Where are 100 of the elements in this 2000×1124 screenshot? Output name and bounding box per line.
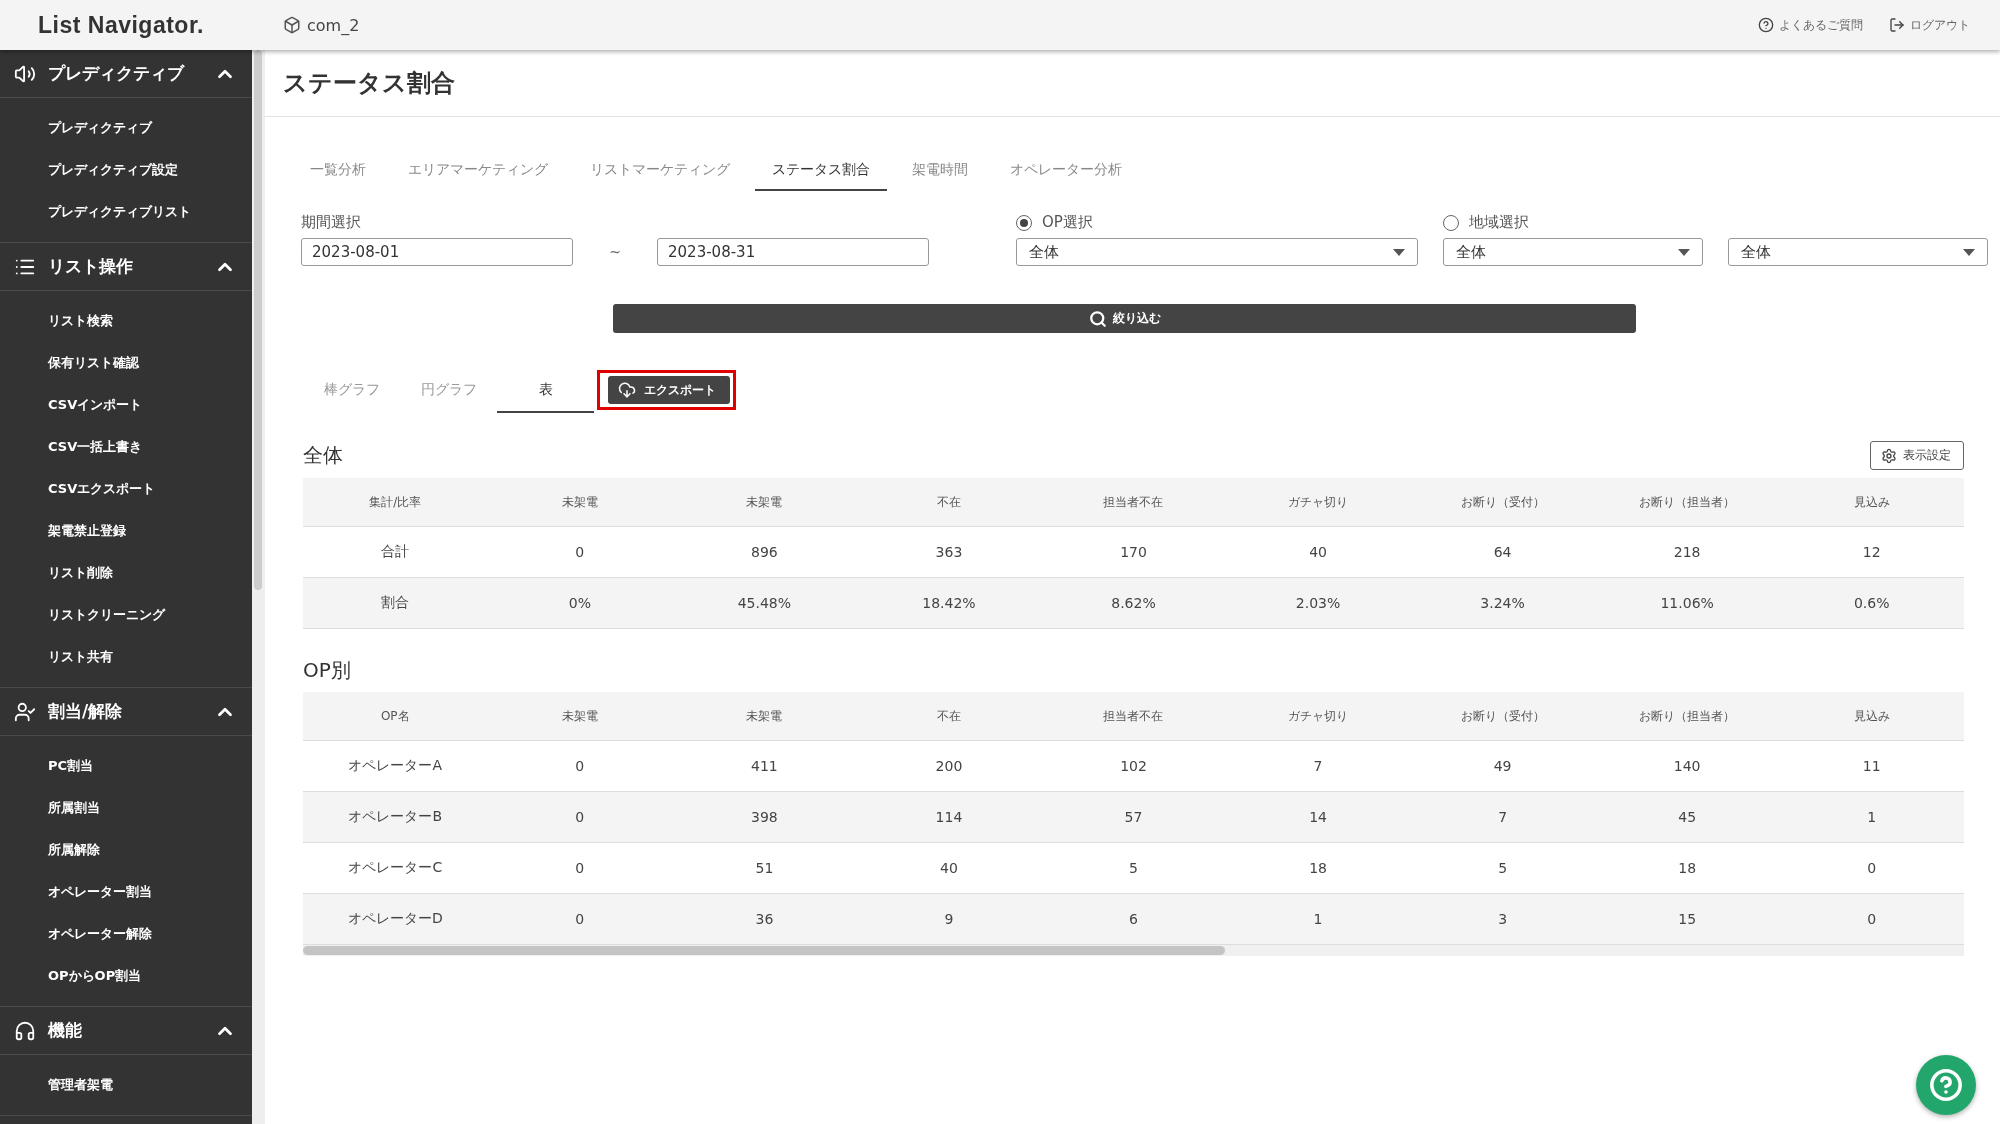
company-name: com_2 (307, 15, 360, 35)
sidebar-item[interactable]: PC割当 (0, 745, 252, 787)
column-header: 未架電 (487, 692, 673, 741)
sidebar-item[interactable]: 管理者架電 (0, 1064, 252, 1106)
sidebar-item[interactable]: CSV一括上書き (0, 426, 252, 468)
sidebar-item[interactable]: 所属解除 (0, 829, 252, 871)
table-cell: 18.42% (856, 578, 1042, 629)
table-cell: オペレーターB (303, 792, 488, 843)
sidebar-item[interactable]: プレディクティブ設定 (0, 149, 252, 191)
sidebar-item[interactable]: 架電禁止登録 (0, 510, 252, 552)
table-cell: 0 (1779, 894, 1964, 945)
sidebar-item[interactable]: OPからOP割当 (0, 955, 252, 997)
radio-option[interactable]: OP選択 (1016, 213, 1418, 232)
column-header: 見込み (1779, 692, 1964, 741)
column-header: お断り（担当者） (1594, 692, 1780, 741)
sidebar-item[interactable]: CSVエクスポート (0, 468, 252, 510)
tab[interactable]: 架電時間 (895, 153, 985, 191)
help-icon (1758, 17, 1774, 33)
cube-icon (283, 16, 301, 34)
table-cell: 0 (487, 894, 673, 945)
column-header: 未架電 (672, 478, 857, 527)
range-separator: ~ (608, 243, 622, 260)
scrollbar-thumb[interactable] (303, 946, 1225, 955)
sidebar-item[interactable]: 保有リスト確認 (0, 342, 252, 384)
table-cell: 0 (487, 792, 673, 843)
user-check-icon (14, 700, 36, 723)
view-tab[interactable]: 表 (497, 367, 594, 413)
section-title: 全体 (303, 442, 343, 469)
export-button[interactable]: エクスポート (608, 376, 730, 404)
display-settings-button[interactable]: 表示設定 (1870, 441, 1964, 470)
column-header: 担当者不在 (1041, 692, 1226, 741)
table-cell: 0.6% (1779, 578, 1964, 629)
radio-option[interactable]: 地域選択 (1443, 213, 1703, 232)
table-cell: 57 (1041, 792, 1226, 843)
sidebar-item[interactable]: プレディクティブリスト (0, 191, 252, 233)
column-header: ガチャ切り (1225, 692, 1411, 741)
sidebar-item[interactable]: オペレーター解除 (0, 913, 252, 955)
table-cell: 114 (856, 792, 1042, 843)
help-button[interactable] (1916, 1055, 1976, 1115)
column-header: お断り（担当者） (1594, 478, 1780, 527)
table-cell: 45 (1594, 792, 1780, 843)
tab[interactable]: 一覧分析 (293, 153, 383, 191)
table-cell: 3 (1410, 894, 1595, 945)
column-header: 不在 (856, 692, 1042, 741)
sidebar-item[interactable]: リスト共有 (0, 636, 252, 678)
page-title: ステータス割合 (283, 68, 455, 99)
table-cell: 割合 (303, 578, 488, 629)
search-button[interactable]: 絞り込む (613, 304, 1636, 333)
table-cell: 398 (672, 792, 857, 843)
table-cell: 0% (487, 578, 673, 629)
section-title: OP別 (303, 657, 351, 684)
scrollbar-thumb[interactable] (254, 50, 262, 590)
sidebar-item[interactable]: リスト削除 (0, 552, 252, 594)
table-cell: 14 (1225, 792, 1411, 843)
sidebar-item[interactable]: 所属割当 (0, 787, 252, 829)
sidebar-item[interactable]: オペレーター割当 (0, 871, 252, 913)
select-field[interactable]: 全体 (1443, 238, 1703, 266)
column-header: 不在 (856, 478, 1042, 527)
headset-icon (14, 1019, 36, 1042)
sidebar-section-header[interactable]: プレディクティブ (0, 50, 252, 98)
cloud-download-icon (618, 381, 636, 399)
select-field[interactable]: 全体 (1016, 238, 1418, 266)
sidebar-item[interactable]: リストクリーニング (0, 594, 252, 636)
column-header: ガチャ切り (1225, 478, 1411, 527)
table-cell: 3.24% (1410, 578, 1595, 629)
table-cell: オペレーターD (303, 894, 488, 945)
column-header: お断り（受付） (1410, 692, 1595, 741)
table-cell: 6 (1041, 894, 1226, 945)
column-header: お断り（受付） (1410, 478, 1595, 527)
help-icon (1929, 1068, 1963, 1102)
column-header: 見込み (1779, 478, 1964, 527)
sidebar-item[interactable]: プレディクティブ (0, 107, 252, 149)
sidebar-item[interactable]: CSVインポート (0, 384, 252, 426)
column-header: 担当者不在 (1041, 478, 1226, 527)
logout-icon (1889, 17, 1905, 33)
table-cell: 9 (856, 894, 1042, 945)
date-from-field[interactable]: 2023-08-01 (301, 238, 573, 266)
search-icon (1088, 309, 1107, 328)
app-logo: List Navigator. (38, 11, 205, 39)
table-cell: 7 (1410, 792, 1595, 843)
tab[interactable]: エリアマーケティング (391, 153, 565, 191)
column-header: 未架電 (672, 692, 857, 741)
help-link[interactable]: よくあるご質問 (1758, 16, 1863, 34)
sidebar-item[interactable]: リスト検索 (0, 300, 252, 342)
table-cell: 36 (672, 894, 857, 945)
column-header: 集計/比率 (303, 478, 488, 527)
tab[interactable]: オペレーター分析 (993, 153, 1139, 191)
table-cell: 2.03% (1225, 578, 1411, 629)
table-cell: 1 (1225, 894, 1411, 945)
select-field[interactable]: 全体 (1728, 238, 1988, 266)
logout-link[interactable]: ログアウト (1889, 16, 1970, 34)
tab[interactable]: リストマーケティング (573, 153, 747, 191)
table-cell: 45.48% (672, 578, 857, 629)
column-header: OP名 (303, 692, 488, 741)
table-cell: 15 (1594, 894, 1780, 945)
table-cell: 1 (1779, 792, 1964, 843)
date-to-field[interactable]: 2023-08-31 (657, 238, 929, 266)
table-cell: 11.06% (1594, 578, 1780, 629)
sidebar-section-header[interactable]: 機能 (0, 1007, 252, 1055)
tab[interactable]: ステータス割合 (755, 153, 887, 191)
